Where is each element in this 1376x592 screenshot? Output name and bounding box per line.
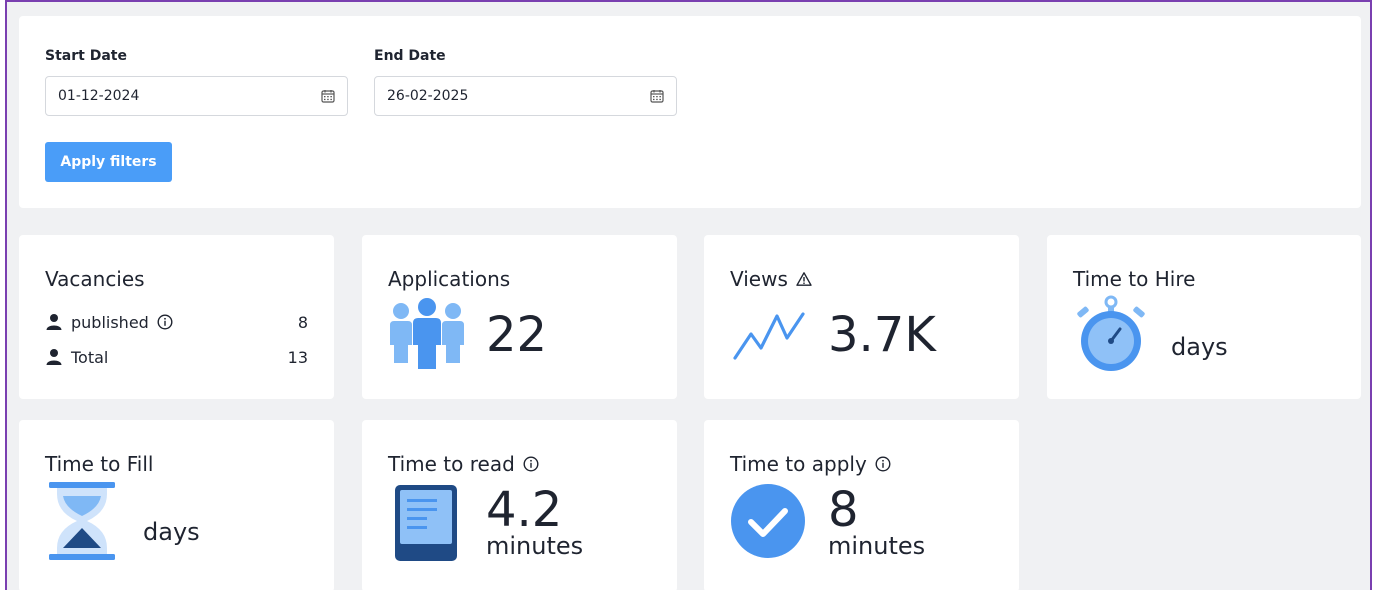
list-item: published 8 <box>45 311 308 333</box>
applications-count: 22 <box>486 307 548 363</box>
stopwatch-icon <box>1077 295 1145 371</box>
dashboard-frame: Start Date 01-12-2024 End Date 26-02-202… <box>5 0 1372 592</box>
start-date-value: 01-12-2024 <box>58 88 140 104</box>
time-to-apply-card: Time to apply 8 minutes <box>704 420 1019 592</box>
info-icon[interactable] <box>523 456 539 472</box>
total-label: Total <box>71 347 109 367</box>
card-title: Vacancies <box>45 267 145 291</box>
user-icon <box>46 349 62 365</box>
start-date-label: Start Date <box>45 48 127 64</box>
card-title: Time to Hire <box>1073 267 1196 291</box>
filters-panel: Start Date 01-12-2024 End Date 26-02-202… <box>19 16 1361 208</box>
views-count: 3.7K <box>828 307 936 363</box>
time-to-read-value: 4.2 <box>486 482 563 538</box>
end-date-label: End Date <box>374 48 446 64</box>
list-item: Total 13 <box>45 346 308 368</box>
card-title: Time to apply <box>730 452 891 476</box>
published-count: 8 <box>297 312 308 332</box>
start-date-input[interactable]: 01-12-2024 <box>45 76 348 116</box>
time-to-apply-value: 8 <box>828 482 859 538</box>
card-title: Time to Fill <box>45 452 154 476</box>
applications-card: Applications 22 <box>362 235 677 399</box>
card-title: Time to read <box>388 452 539 476</box>
total-count: 13 <box>287 347 308 367</box>
warning-icon[interactable] <box>796 271 812 287</box>
people-group-icon <box>390 298 464 369</box>
published-label: published <box>71 312 149 332</box>
check-circle-icon <box>731 484 805 558</box>
time-to-read-card: Time to read 4.2 minutes <box>362 420 677 592</box>
calendar-icon[interactable] <box>650 89 664 103</box>
time-to-fill-unit: days <box>143 518 200 546</box>
views-card: Views 3.7K <box>704 235 1019 399</box>
card-title: Applications <box>388 267 511 291</box>
info-icon[interactable] <box>157 314 173 330</box>
document-reader-icon <box>395 485 457 561</box>
end-date-value: 26-02-2025 <box>387 88 469 104</box>
apply-filters-button[interactable]: Apply filters <box>45 142 172 182</box>
time-to-apply-unit: minutes <box>828 532 926 560</box>
vacancies-card: Vacancies published 8 Total 13 <box>19 235 334 399</box>
time-to-read-unit: minutes <box>486 532 584 560</box>
info-icon[interactable] <box>875 456 891 472</box>
time-to-hire-card: Time to Hire days <box>1047 235 1361 399</box>
end-date-input[interactable]: 26-02-2025 <box>374 76 677 116</box>
card-title: Views <box>730 267 812 291</box>
calendar-icon[interactable] <box>321 89 335 103</box>
time-to-hire-unit: days <box>1171 333 1228 361</box>
user-icon <box>46 314 62 330</box>
hourglass-icon <box>49 482 115 560</box>
time-to-fill-card: Time to Fill days <box>19 420 334 592</box>
trend-line-icon <box>733 312 805 360</box>
